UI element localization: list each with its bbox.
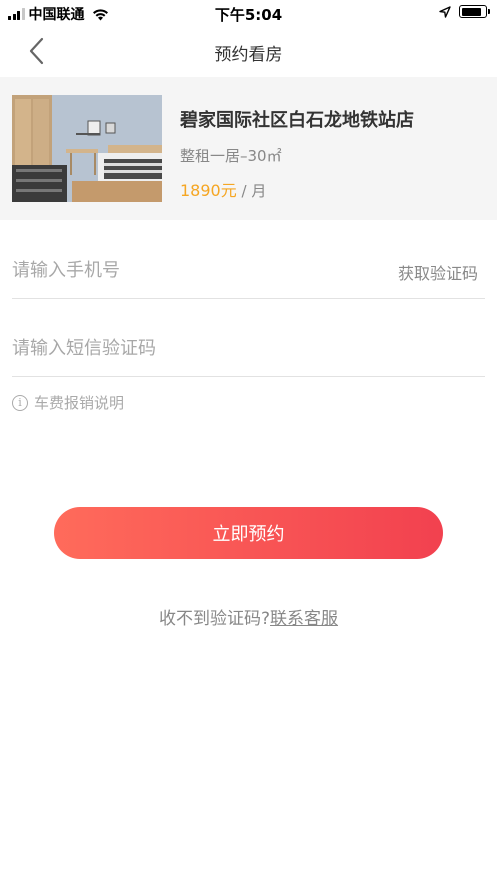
contact-support-link[interactable]: 联系客服	[270, 609, 338, 629]
book-now-button[interactable]: 立即预约	[54, 507, 443, 559]
listing-subtitle: 整租一居–30㎡	[180, 147, 282, 165]
phone-input[interactable]	[12, 260, 372, 281]
get-code-button[interactable]: 获取验证码	[398, 260, 478, 284]
sms-code-input[interactable]	[12, 338, 372, 359]
status-right	[439, 5, 490, 18]
fare-reimbursement-note[interactable]: i 车费报销说明	[12, 392, 124, 413]
phone-field-row: 获取验证码	[12, 238, 485, 299]
help-text: 收不到验证码?	[158, 609, 271, 629]
price-value: 1890元	[180, 181, 237, 200]
info-icon: i	[12, 394, 28, 411]
price-unit: / 月	[236, 182, 267, 200]
listing-title: 碧家国际社区白石龙地铁站店	[180, 110, 414, 131]
listing-price: 1890元 / 月	[180, 177, 266, 201]
note-label: 车费报销说明	[34, 394, 125, 412]
help-line: 收不到验证码?联系客服	[0, 604, 497, 629]
nav-bar: 预约看房	[0, 26, 497, 76]
page-title: 预约看房	[214, 45, 283, 65]
sms-field-row	[12, 316, 485, 377]
battery-icon	[459, 5, 490, 18]
status-time: 下午5:04	[214, 6, 283, 24]
location-arrow-icon	[439, 5, 451, 18]
status-bar: 中国联通 下午5:04	[0, 0, 497, 26]
room-photo	[12, 95, 162, 202]
